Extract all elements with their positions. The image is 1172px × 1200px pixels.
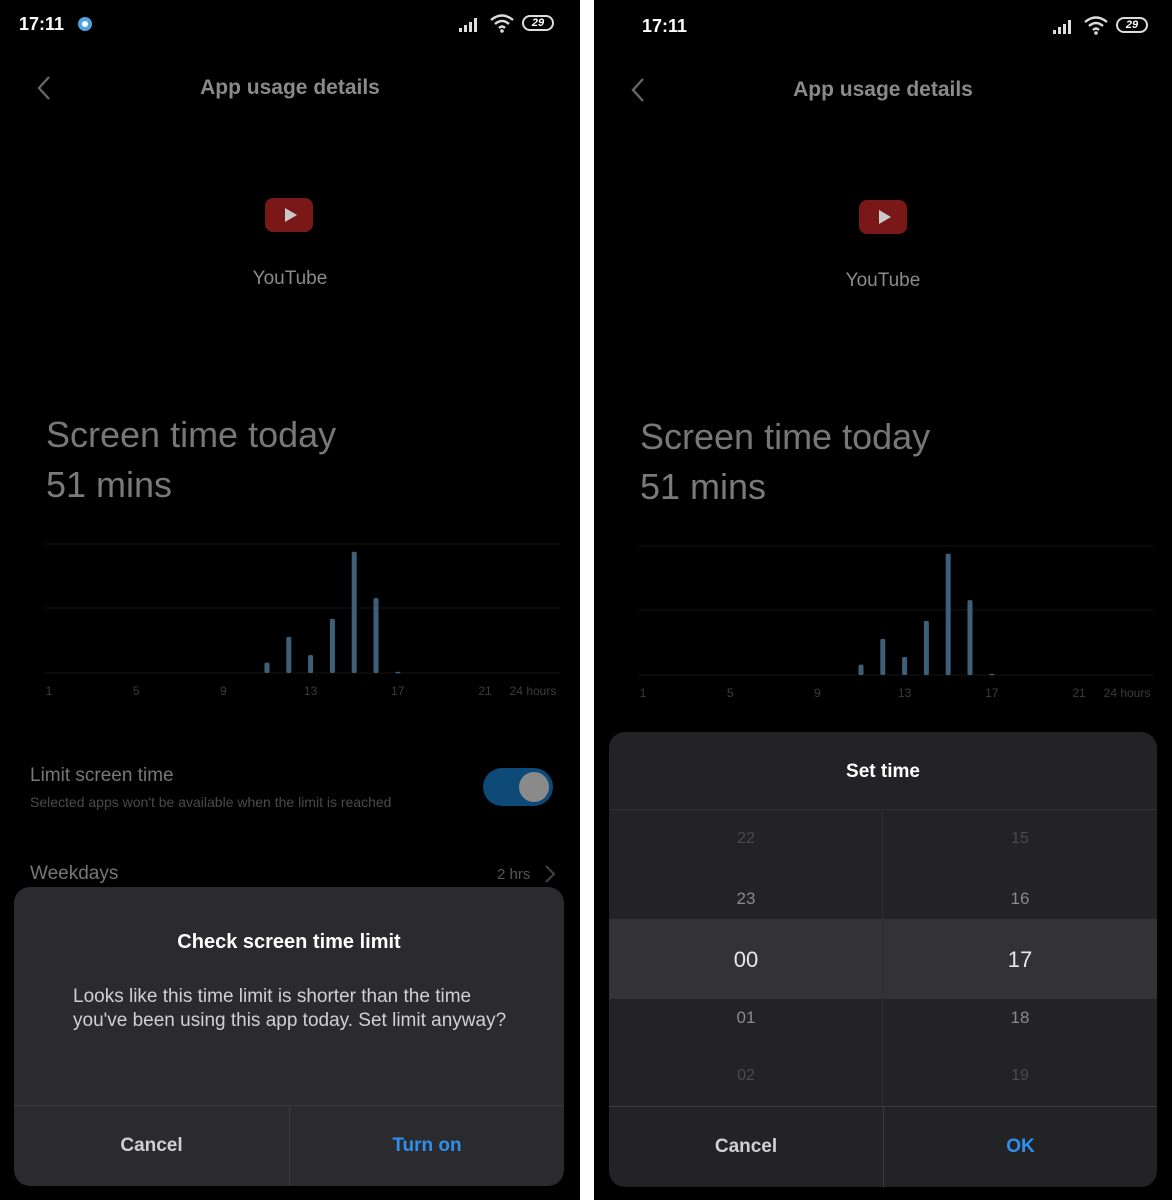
chart-tick-label: 21: [478, 684, 492, 698]
turn-on-button[interactable]: Turn on: [290, 1106, 564, 1186]
minute-option[interactable]: 15: [883, 830, 1157, 848]
ok-button[interactable]: OK: [884, 1107, 1157, 1187]
hour-option[interactable]: 01: [609, 1008, 883, 1028]
chart-tick-label: 1: [640, 686, 647, 700]
chart-tick-label: 13: [304, 684, 318, 698]
chart-bar: [967, 600, 973, 675]
chart-tick-label: 24 hours: [1104, 686, 1151, 700]
chart-tick-label: 9: [220, 684, 227, 698]
minute-option[interactable]: 18: [883, 1008, 1157, 1028]
weekdays-label[interactable]: Weekdays: [30, 863, 118, 885]
chart-tick-label: 13: [898, 686, 912, 700]
chart-tick-label: 17: [985, 686, 999, 700]
chart-bar: [923, 620, 929, 675]
hour-option[interactable]: 02: [609, 1067, 883, 1085]
chart-tick-label: 24 hours: [510, 684, 557, 698]
chart-tick-label: 17: [391, 684, 405, 698]
chart-bar: [945, 553, 951, 675]
minute-option[interactable]: 19: [883, 1067, 1157, 1085]
limit-screen-time-subtitle: Selected apps won't be available when th…: [30, 794, 392, 810]
set-time-dialog: Set time 22 23 00 01 02 15 16 17 18 19 C…: [609, 732, 1157, 1187]
screen-time-value: 51 mins: [46, 464, 173, 505]
chart-tick-label: 9: [814, 686, 821, 700]
wifi-icon: [490, 14, 514, 33]
battery-icon: 29: [522, 15, 554, 31]
chart-bar: [329, 618, 335, 673]
status-bar: 17:11 29: [0, 0, 580, 48]
chart-tick-label: 5: [133, 684, 140, 698]
minute-selected[interactable]: 17: [883, 947, 1157, 973]
chevron-right-icon[interactable]: [543, 864, 557, 884]
chart-tick-label: 21: [1072, 686, 1086, 700]
dialog-title: Set time: [846, 761, 920, 782]
hour-selected[interactable]: 00: [609, 947, 883, 973]
wifi-icon: [1084, 16, 1108, 35]
phone-screen-left: 17:11 29 App usage details YouTube Scree…: [0, 0, 580, 1200]
limit-screen-time-title: Limit screen time: [30, 765, 174, 786]
check-limit-dialog: Check screen time limit Looks like this …: [14, 887, 564, 1186]
page-title: App usage details: [200, 76, 380, 99]
chart-tick-label: 5: [727, 686, 734, 700]
cell-signal-icon: [459, 16, 481, 32]
status-bar: 17:11 29: [594, 0, 1172, 48]
toggle-knob: [519, 772, 549, 802]
hour-option[interactable]: 23: [609, 889, 883, 909]
status-time: 17:11: [642, 16, 688, 36]
youtube-app-icon: [265, 198, 313, 232]
chart-tick-label: 1: [46, 684, 53, 698]
youtube-app-icon: [859, 200, 907, 234]
chart-bar: [308, 654, 314, 673]
screen-time-label: Screen time today: [640, 416, 931, 457]
battery-icon: 29: [1116, 17, 1148, 33]
dialog-title: Check screen time limit: [177, 931, 401, 953]
telegram-notification-icon: [78, 17, 92, 31]
chart-bar: [395, 671, 401, 674]
chart-bar: [286, 636, 292, 673]
dialog-message: Looks like this time limit is shorter th…: [73, 986, 507, 1031]
limit-screen-time-toggle[interactable]: [483, 768, 553, 806]
time-picker: 22 23 00 01 02 15 16 17 18 19: [609, 809, 1157, 1108]
chart-bar: [880, 638, 886, 675]
chart-bar: [264, 662, 270, 673]
screen-time-value: 51 mins: [640, 466, 767, 507]
usage-chart: 1 5 9 13 17 21 24 hours: [44, 543, 560, 698]
chart-bar: [858, 664, 864, 675]
phone-screen-right: 17:11 29 App usage details YouTube Scree…: [594, 0, 1172, 1200]
chart-bar: [351, 551, 357, 673]
chart-bar: [373, 598, 379, 673]
dialog-button-row: Cancel OK: [609, 1106, 1157, 1187]
minute-option[interactable]: 16: [883, 889, 1157, 909]
status-time: 17:11: [19, 14, 65, 34]
chart-bar: [902, 656, 908, 675]
cell-signal-icon: [1053, 18, 1075, 34]
screen-time-label: Screen time today: [46, 414, 337, 455]
dialog-button-row: Cancel Turn on: [14, 1105, 564, 1186]
hour-option[interactable]: 22: [609, 830, 883, 848]
page-title: App usage details: [793, 78, 973, 101]
cancel-button[interactable]: Cancel: [14, 1106, 289, 1186]
usage-chart: 1 5 9 13 17 21 24 hours: [638, 545, 1154, 700]
cancel-button[interactable]: Cancel: [609, 1107, 883, 1187]
weekdays-value: 2 hrs: [497, 866, 531, 883]
chart-bar: [989, 673, 995, 676]
app-name: YouTube: [845, 270, 921, 291]
app-name: YouTube: [252, 268, 328, 289]
